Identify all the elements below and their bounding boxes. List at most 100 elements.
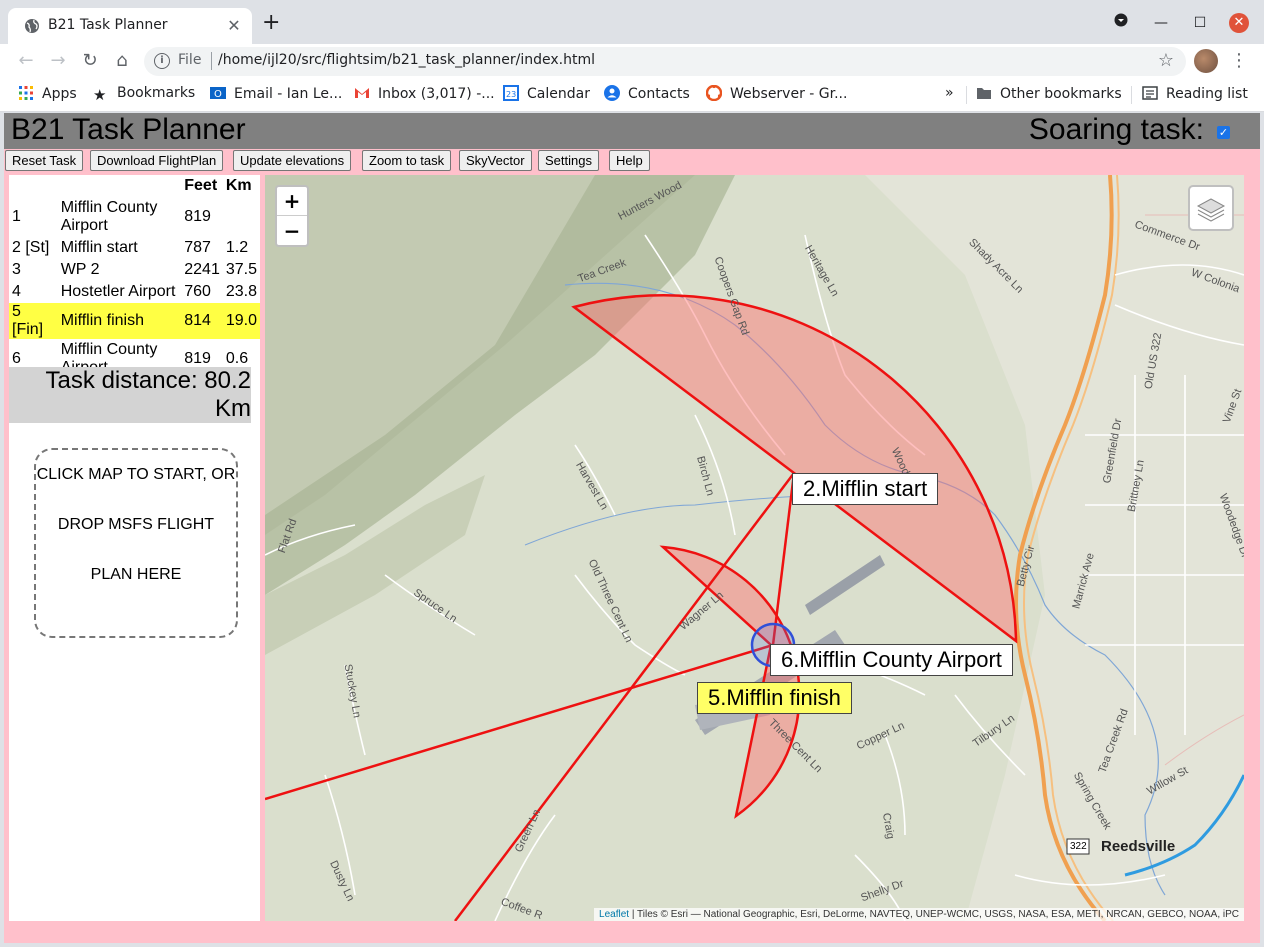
bookmark-contacts[interactable]: Contacts <box>604 85 690 105</box>
bookmarks-overflow[interactable]: » <box>945 85 954 105</box>
soaring-task-label: Soaring task: <box>1028 113 1204 146</box>
bookmark-divider <box>1131 86 1132 104</box>
star-icon: ★ <box>93 86 107 104</box>
reload-button[interactable]: ↻ <box>79 50 101 72</box>
zoom-in-button[interactable]: + <box>277 187 307 216</box>
wp-feet: 2241 <box>184 261 220 278</box>
wp-name[interactable]: Mifflin County Airport <box>58 197 182 237</box>
avatar[interactable] <box>1194 49 1218 73</box>
col-header-km: Km <box>225 177 252 194</box>
maximize-button[interactable]: ☐ <box>1189 12 1211 34</box>
url-text[interactable]: /home/ijl20/src/flightsim/b21_task_plann… <box>218 52 595 68</box>
route-shield-label: 322 <box>1070 841 1087 852</box>
back-button[interactable]: ← <box>15 50 37 72</box>
ubuntu-icon <box>706 85 722 101</box>
wp-name[interactable]: Mifflin start <box>58 237 182 259</box>
wp-name[interactable]: Hostetler Airport <box>58 281 182 303</box>
wp-name[interactable]: Mifflin finish <box>57 303 182 339</box>
bookmark-label: Webserver - Gr... <box>730 86 848 102</box>
browser-tab[interactable]: B21 Task Planner ✕ <box>8 8 252 44</box>
update-elevations-button[interactable]: Update elevations <box>233 150 352 171</box>
wp-index: 1 <box>12 208 21 225</box>
wp-feet: 760 <box>184 283 211 300</box>
wp-km: 37.5 <box>225 261 257 278</box>
bookmarks-bar: Apps ★ Bookmarks O Email - Ian Le... Inbox… <box>0 78 1264 112</box>
table-row[interactable]: 3 WP 2 2241 37.5 <box>9 259 260 281</box>
info-icon[interactable]: i <box>154 53 170 69</box>
table-row[interactable]: 2 [St] Mifflin start 787 1.2 <box>9 237 260 259</box>
wp-label-finish[interactable]: 5.Mifflin finish <box>697 682 852 714</box>
bookmark-inbox[interactable]: Inbox (3,017) -... <box>354 85 495 105</box>
bookmark-webserver[interactable]: Webserver - Gr... <box>706 85 847 105</box>
attribution-text: | Tiles © Esri — National Geographic, Es… <box>629 909 1239 920</box>
menu-kebab-icon[interactable]: ⋮ <box>1230 50 1248 71</box>
profile-menu-icon[interactable] <box>1110 12 1132 34</box>
address-bar[interactable]: i File /home/ijl20/src/flightsim/b21_tas… <box>144 47 1186 76</box>
table-row-selected[interactable]: 5 [Fin] Mifflin finish 814 19.0 <box>9 303 260 339</box>
waypoint-table: Feet Km 1 Mifflin County Airport 819 2 [… <box>9 175 260 379</box>
bookmark-bookmarks[interactable]: ★ Bookmarks <box>93 85 195 105</box>
bookmark-label: Other bookmarks <box>1000 86 1122 102</box>
outlook-icon: O <box>210 87 226 100</box>
wp-name[interactable]: WP 2 <box>58 259 182 281</box>
forward-button[interactable]: → <box>47 50 69 72</box>
task-sidebar: Feet Km 1 Mifflin County Airport 819 2 [… <box>9 175 260 921</box>
folder-icon <box>977 88 991 99</box>
bookmark-divider <box>966 86 967 104</box>
app-header: B21 Task Planner Soaring task: ✓ <box>4 113 1260 149</box>
bookmark-email[interactable]: O Email - Ian Le... <box>210 85 342 105</box>
col-header-feet: Feet <box>184 177 218 194</box>
globe-icon <box>25 19 39 33</box>
download-flightplan-button[interactable]: Download FlightPlan <box>90 150 224 171</box>
table-row[interactable]: 4 Hostetler Airport 760 23.8 <box>9 281 260 303</box>
page-title: B21 Task Planner <box>11 113 246 146</box>
dropzone-line: CLICK MAP TO START, OR <box>36 466 236 483</box>
task-map[interactable]: Hunters Wood Tea Creek Coopers Gap Rd He… <box>265 175 1244 921</box>
help-button[interactable]: Help <box>609 150 650 171</box>
bookmark-star-icon[interactable]: ☆ <box>1158 50 1174 71</box>
calendar-icon: 23 <box>503 85 519 101</box>
wp-label-start[interactable]: 2.Mifflin start <box>792 473 939 505</box>
reading-list-icon <box>1142 86 1158 100</box>
layers-button[interactable] <box>1188 185 1234 231</box>
close-tab-icon[interactable]: ✕ <box>224 16 244 36</box>
wp-feet: 814 <box>181 303 223 339</box>
bookmark-calendar[interactable]: 23 Calendar <box>503 85 590 105</box>
wp-index: 4 <box>12 283 21 300</box>
browser-toolbar: ← → ↻ ⌂ i File /home/ijl20/src/flightsim… <box>0 44 1264 78</box>
wp-label-airport[interactable]: 6.Mifflin County Airport <box>770 644 1013 676</box>
url-separator <box>211 52 212 70</box>
skyvector-button[interactable]: SkyVector <box>459 150 532 171</box>
dropzone-line: PLAN HERE <box>90 566 182 583</box>
bookmark-apps[interactable]: Apps <box>18 85 77 105</box>
reset-task-button[interactable]: Reset Task <box>5 150 84 171</box>
minimize-button[interactable]: — <box>1150 12 1172 34</box>
bookmark-label: Reading list <box>1166 86 1248 102</box>
zoom-control: + − <box>275 185 309 247</box>
home-button[interactable]: ⌂ <box>111 50 133 72</box>
wp-index: 5 [Fin] <box>9 303 58 339</box>
leaflet-link[interactable]: Leaflet <box>599 909 629 920</box>
close-window-button[interactable]: ✕ <box>1229 13 1249 33</box>
svg-text:23: 23 <box>506 90 516 99</box>
bookmark-other[interactable]: Other bookmarks <box>976 85 1122 105</box>
flightplan-dropzone[interactable]: CLICK MAP TO START, OR DROP MSFS FLIGHT … <box>34 448 238 638</box>
gmail-icon <box>355 88 369 98</box>
wp-km: 23.8 <box>225 283 257 300</box>
col-header-index <box>9 175 58 197</box>
svg-text:O: O <box>214 89 222 100</box>
map-attribution: Leaflet | Tiles © Esri — National Geogra… <box>594 908 1244 921</box>
chevron-down-icon <box>1114 13 1128 27</box>
task-distance: Task distance: 80.2 Km <box>9 367 251 423</box>
reading-list[interactable]: Reading list <box>1142 85 1248 105</box>
zoom-out-button[interactable]: − <box>277 217 307 246</box>
town-label: Reedsville <box>1101 838 1176 855</box>
zoom-to-task-button[interactable]: Zoom to task <box>362 150 452 171</box>
contacts-icon <box>604 85 620 101</box>
app-page: B21 Task Planner Soaring task: ✓ Reset T… <box>4 113 1260 943</box>
table-row[interactable]: 1 Mifflin County Airport 819 <box>9 197 260 237</box>
settings-button[interactable]: Settings <box>538 150 599 171</box>
wp-km <box>223 197 260 237</box>
new-tab-button[interactable]: + <box>262 12 280 34</box>
soaring-task-checkbox[interactable]: ✓ <box>1217 126 1230 139</box>
